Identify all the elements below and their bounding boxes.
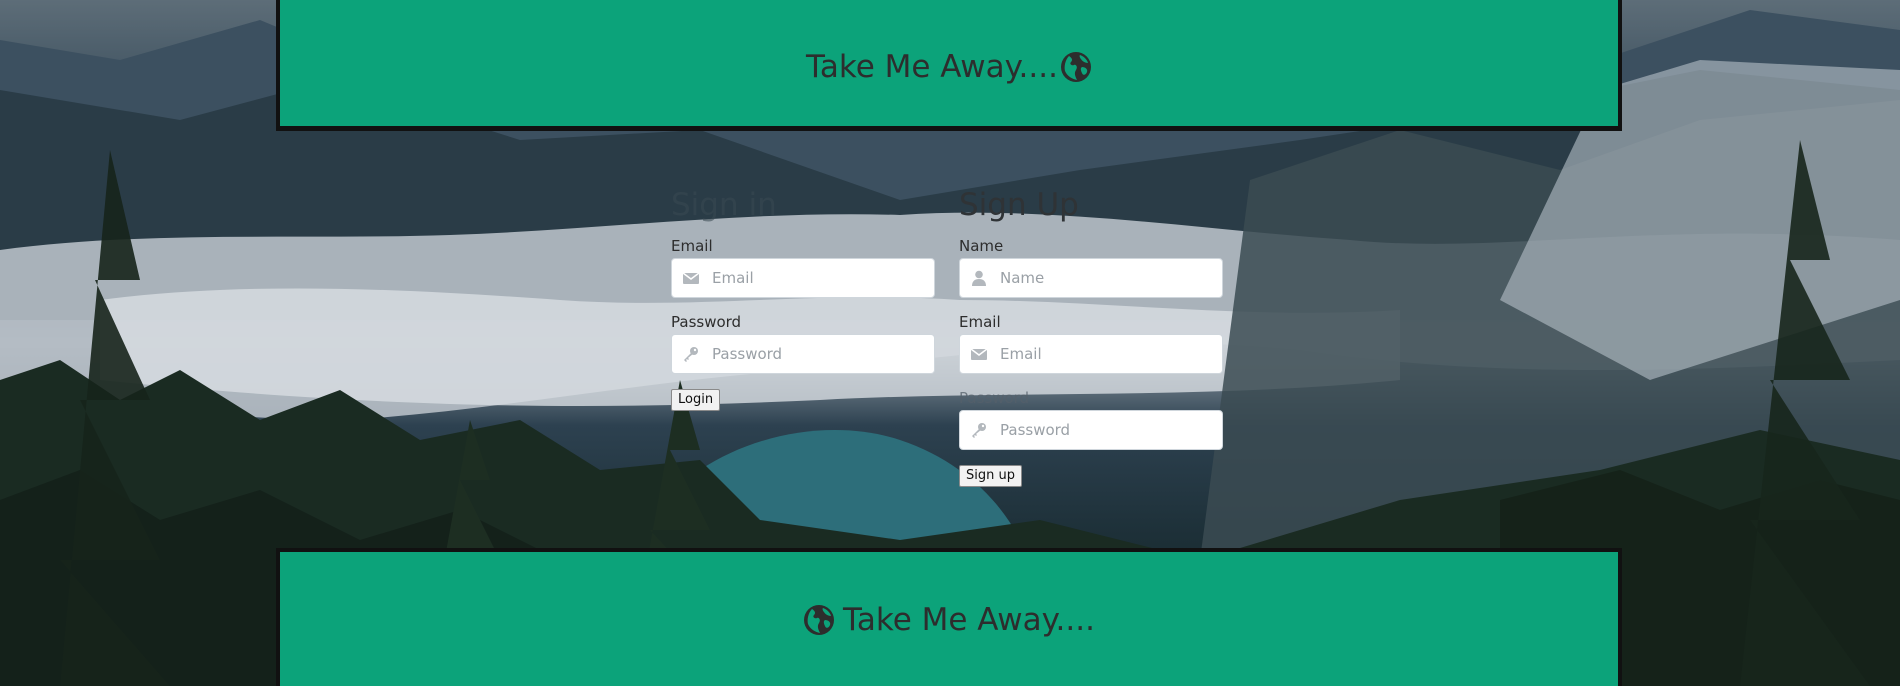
signin-password-input[interactable] <box>712 335 928 373</box>
key-icon <box>972 423 986 438</box>
signup-name-input[interactable] <box>1000 259 1216 297</box>
signup-name-label: Name <box>959 237 1004 255</box>
signup-email-field-wrap <box>959 334 1223 374</box>
login-button[interactable]: Login <box>671 389 721 411</box>
signup-email-input[interactable] <box>1000 335 1216 373</box>
globe-icon <box>804 605 835 635</box>
header-title: Take Me Away.... <box>806 49 1058 85</box>
key-icon <box>684 347 698 362</box>
footer-title: Take Me Away.... <box>843 602 1095 638</box>
signin-email-label: Email <box>671 237 713 255</box>
globe-icon <box>1060 52 1091 82</box>
envelope-icon <box>682 272 700 284</box>
signup-title: Sign Up <box>959 187 1079 223</box>
footer-title-group: Take Me Away.... <box>803 602 1095 638</box>
signin-password-field-wrap <box>671 334 935 374</box>
header-title-group: Take Me Away.... <box>806 49 1092 85</box>
user-icon <box>972 270 986 286</box>
header-banner: Take Me Away.... <box>276 0 1622 131</box>
signin-email-input[interactable] <box>712 259 928 297</box>
signin-password-label: Password <box>671 313 742 331</box>
signup-button[interactable]: Sign up <box>959 465 1022 487</box>
footer-banner: Take Me Away.... <box>276 548 1622 686</box>
signup-email-label: Email <box>959 313 1001 331</box>
signup-password-label: Password <box>959 389 1030 407</box>
signup-password-field-wrap <box>959 410 1223 450</box>
signin-title: Sign in <box>671 187 777 223</box>
signup-password-input[interactable] <box>1000 411 1216 449</box>
signin-form: Sign in Email Password Login <box>671 186 935 411</box>
signin-email-field-wrap <box>671 258 935 298</box>
signup-form: Sign Up Name Email Password Sign up <box>959 186 1223 487</box>
signup-name-field-wrap <box>959 258 1223 298</box>
envelope-icon <box>970 348 988 360</box>
